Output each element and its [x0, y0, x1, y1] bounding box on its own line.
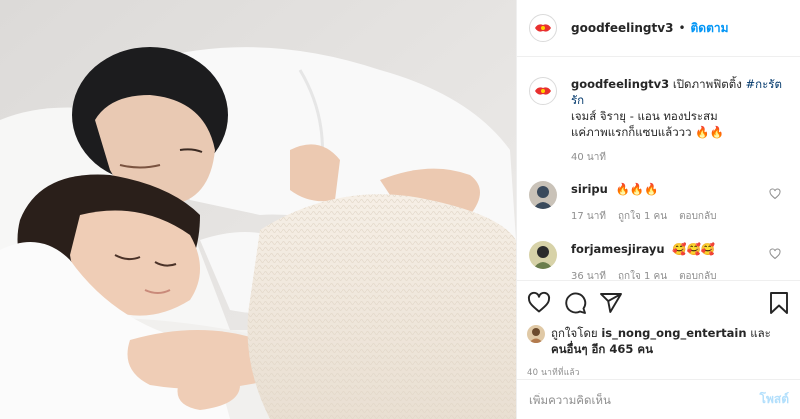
goodfeeling-logo-icon — [532, 22, 554, 34]
caption-line-2: เจมส์ จิรายุ - แอน ทองประสม — [571, 109, 718, 123]
comment-body: forjamesjirayu 🥰🥰🥰 36 นาที ถูกใจ 1 คน ตอ… — [571, 241, 716, 280]
comment-like-heart-icon[interactable] — [769, 188, 781, 200]
action-icons-row — [527, 287, 791, 319]
likes-summary[interactable]: ถูกใจโดย is_nong_ong_entertain และ คนอื่… — [527, 325, 791, 357]
liker-avatar[interactable] — [527, 325, 545, 343]
comment-meta: 17 นาที ถูกใจ 1 คน ตอบกลับ — [571, 209, 716, 225]
comment-likes[interactable]: ถูกใจ 1 คน — [618, 209, 667, 225]
comments-list[interactable]: goodfeelingtv3 เปิดภาพฟิตติ้ง #กะรัตรัก … — [517, 58, 800, 280]
bookmark-icon[interactable] — [767, 291, 791, 315]
liker-username[interactable]: is_nong_ong_entertain — [601, 326, 746, 340]
author-username[interactable]: goodfeelingtv3 — [571, 21, 673, 35]
comment-likes[interactable]: ถูกใจ 1 คน — [618, 269, 667, 280]
comment-time[interactable]: 17 นาที — [571, 209, 606, 225]
comment-text: 🥰🥰🥰 — [672, 242, 716, 256]
caption-username[interactable]: goodfeelingtv3 — [571, 77, 669, 91]
header-separator: • — [678, 21, 686, 35]
commenter-username[interactable]: siripu — [571, 182, 608, 196]
post-photo[interactable] — [0, 0, 516, 419]
caption-time: 40 นาที — [571, 152, 606, 163]
goodfeeling-logo-icon — [532, 85, 554, 97]
couple-photo-illustration — [0, 0, 516, 419]
comment-reply-button[interactable]: ตอบกลับ — [679, 209, 716, 225]
comment-body: siripu 🔥🔥🔥 17 นาที ถูกใจ 1 คน ตอบกลับ — [571, 181, 716, 225]
caption-line-3: แค่ภาพแรกก็แซบแล้ววว 🔥🔥 — [571, 125, 724, 139]
post-header: goodfeelingtv3 • ติดตาม — [517, 0, 800, 57]
comment-input[interactable] — [529, 392, 760, 407]
comment-bubble-icon[interactable] — [563, 291, 587, 315]
comment-reply-button[interactable]: ตอบกลับ — [679, 269, 716, 280]
comment-item: forjamesjirayu 🥰🥰🥰 36 นาที ถูกใจ 1 คน ตอ… — [529, 241, 789, 280]
heart-icon[interactable] — [527, 291, 551, 315]
post-actions: ถูกใจโดย is_nong_ong_entertain และ คนอื่… — [517, 280, 800, 379]
follow-button[interactable]: ติดตาม — [691, 19, 729, 38]
post-sidebar: goodfeelingtv3 • ติดตาม goodfeelingtv3 เ… — [516, 0, 800, 419]
author-avatar[interactable] — [529, 14, 557, 42]
caption-avatar[interactable] — [529, 77, 557, 105]
caption-body: เปิดภาพฟิตติ้ง — [672, 77, 746, 91]
likes-others-count[interactable]: คนอื่นๆ อีก 465 คน — [551, 342, 653, 356]
likes-and: และ — [746, 326, 771, 340]
commenter-avatar[interactable] — [529, 181, 557, 209]
post-timestamp[interactable]: 40 นาทีที่แล้ว — [527, 365, 791, 379]
caption-text: goodfeelingtv3 เปิดภาพฟิตติ้ง #กะรัตรัก … — [571, 76, 789, 140]
commenter-username[interactable]: forjamesjirayu — [571, 242, 665, 256]
comment-item: siripu 🔥🔥🔥 17 นาที ถูกใจ 1 คน ตอบกลับ — [529, 181, 789, 225]
add-comment-bar: โพสต์ — [517, 379, 800, 419]
comment-text: 🔥🔥🔥 — [615, 182, 659, 196]
likes-text: ถูกใจโดย is_nong_ong_entertain และ คนอื่… — [551, 325, 771, 357]
comment-meta: 36 นาที ถูกใจ 1 คน ตอบกลับ — [571, 269, 716, 280]
comment-like-heart-icon[interactable] — [769, 248, 781, 260]
comment-time[interactable]: 36 นาที — [571, 269, 606, 280]
commenter-avatar[interactable] — [529, 241, 557, 269]
likes-prefix: ถูกใจโดย — [551, 326, 602, 340]
post-comment-button[interactable]: โพสต์ — [760, 390, 789, 409]
paper-plane-icon[interactable] — [599, 291, 623, 315]
post-caption: goodfeelingtv3 เปิดภาพฟิตติ้ง #กะรัตรัก … — [529, 58, 789, 140]
